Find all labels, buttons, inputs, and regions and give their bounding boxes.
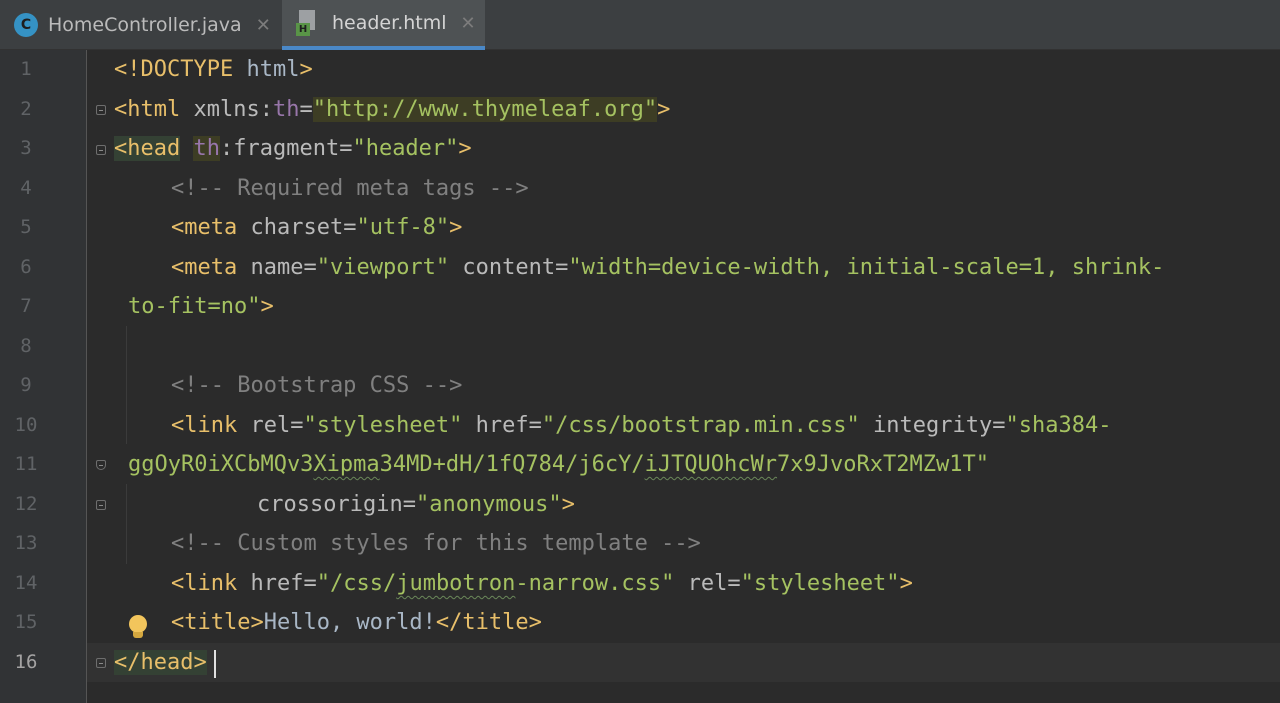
- code-line-15: <title>Hello, world!</title>: [171, 610, 542, 635]
- fold-marker-icon[interactable]: [96, 105, 106, 115]
- line-number: 2: [20, 98, 32, 120]
- line-number: 11: [14, 453, 38, 475]
- fold-marker-icon[interactable]: [96, 500, 106, 510]
- code-line-7: to-fit=no">: [128, 294, 274, 319]
- code-editor[interactable]: 1 2 3 4 5 6 7 8 9 10 11 12 13 14 15 16 <…: [0, 50, 1280, 703]
- fold-marker-icon[interactable]: [96, 460, 106, 470]
- editor-tab-bar: C HomeController.java ✕ H header.html ✕: [0, 0, 1280, 50]
- tab-label: header.html: [332, 12, 447, 34]
- text-caret: [214, 650, 216, 678]
- code-line-1: <!DOCTYPE html>: [114, 57, 313, 82]
- line-number: 1: [20, 58, 32, 80]
- line-number: 4: [20, 177, 32, 199]
- line-number: 13: [14, 532, 38, 554]
- fold-marker-icon[interactable]: [96, 145, 106, 155]
- intention-bulb-icon[interactable]: [128, 613, 150, 641]
- line-number: 7: [20, 295, 32, 317]
- indent-guide: [126, 326, 127, 444]
- line-number: 5: [20, 216, 32, 238]
- code-line-5: <meta charset="utf-8">: [171, 215, 463, 240]
- gutter-divider: [86, 50, 87, 703]
- fold-marker-icon[interactable]: [96, 658, 106, 668]
- tab-homecontroller-java[interactable]: C HomeController.java ✕: [0, 0, 282, 50]
- close-icon[interactable]: ✕: [256, 15, 271, 36]
- close-icon[interactable]: ✕: [461, 13, 476, 34]
- line-number: 15: [14, 611, 38, 633]
- line-number: 9: [20, 374, 32, 396]
- code-line-13: <!-- Custom styles for this template -->: [171, 531, 701, 556]
- tab-label: HomeController.java: [48, 14, 242, 36]
- line-number: 6: [20, 256, 32, 278]
- tab-header-html[interactable]: H header.html ✕: [282, 0, 485, 50]
- code-line-3: <head th:fragment="header">: [114, 136, 472, 161]
- line-number: 14: [14, 572, 38, 594]
- line-number: 3: [20, 137, 32, 159]
- indent-guide: [126, 484, 127, 564]
- code-line-6: <meta name="viewport" content="width=dev…: [171, 255, 1165, 280]
- line-number: 12: [14, 493, 38, 515]
- html-file-icon: H: [296, 10, 320, 36]
- code-line-4: <!-- Required meta tags -->: [171, 176, 529, 201]
- java-class-icon: C: [14, 13, 38, 37]
- code-line-10: <link rel="stylesheet" href="/css/bootst…: [171, 413, 1112, 438]
- line-number: 10: [14, 414, 38, 436]
- code-line-11: ggOyR0iXCbMQv3Xipma34MD+dH/1fQ784/j6cY/i…: [128, 452, 989, 477]
- code-line-12: crossorigin="anonymous">: [257, 492, 575, 517]
- code-line-16: </head>: [114, 650, 207, 675]
- line-number-current: 16: [14, 651, 38, 673]
- code-line-9: <!-- Bootstrap CSS -->: [171, 373, 463, 398]
- line-number: 8: [20, 335, 32, 357]
- code-line-14: <link href="/css/jumbotron-narrow.css" r…: [171, 571, 913, 596]
- code-line-2: <html xmlns:th="http://www.thymeleaf.org…: [114, 97, 671, 122]
